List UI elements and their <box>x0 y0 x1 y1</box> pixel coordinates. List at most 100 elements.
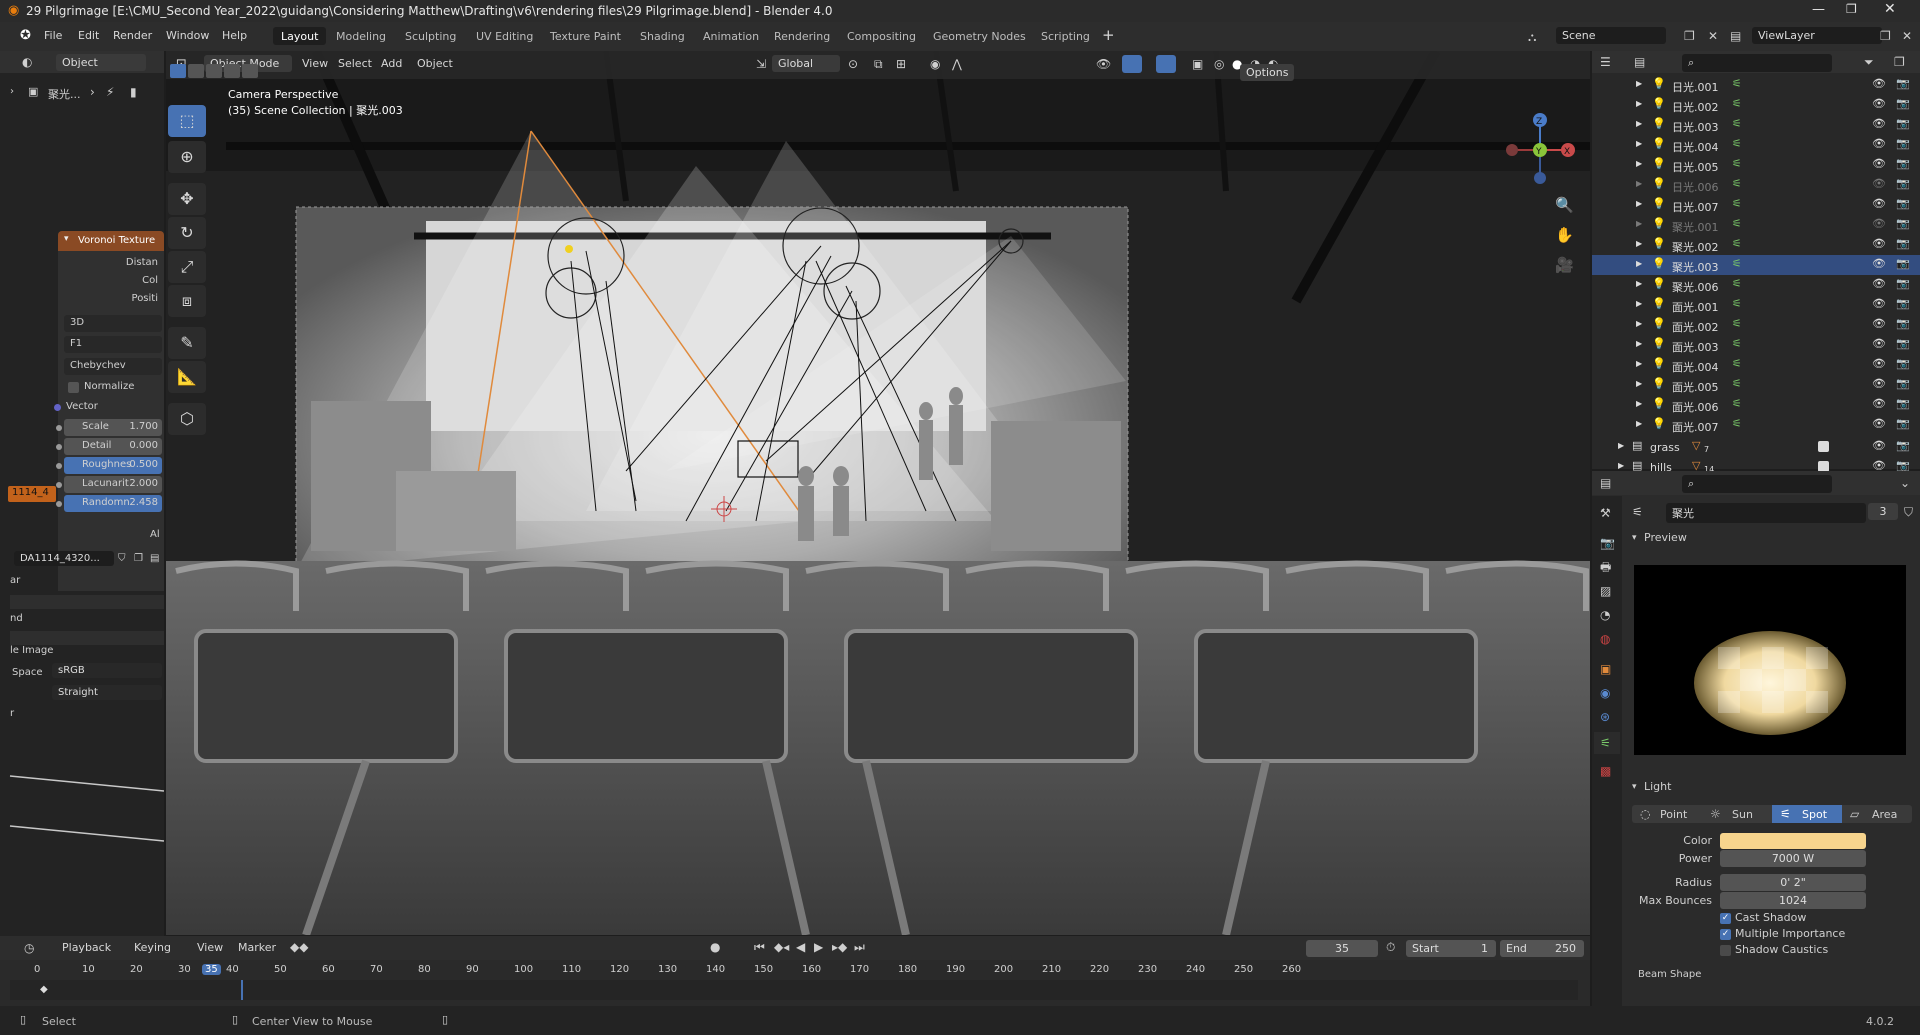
expand-icon[interactable]: ▶ <box>1636 119 1642 128</box>
visibility-eye-icon[interactable]: 👁 <box>1872 177 1886 190</box>
delete-view-layer-icon[interactable]: ✕ <box>1902 29 1912 43</box>
randomness-field[interactable]: Randomn 2.458 <box>64 495 162 512</box>
pivot-icon[interactable]: ⊙ <box>848 57 858 71</box>
viewport-menu-view[interactable]: View <box>302 57 328 70</box>
jump-start-icon[interactable]: ⏮ <box>754 940 765 954</box>
scene-tab-icon[interactable]: ◔ <box>1600 608 1610 622</box>
visibility-eye-icon[interactable]: 👁 <box>1872 317 1886 330</box>
lacunarity-field[interactable]: Lacunarit 2.000 <box>64 476 162 493</box>
next-keyframe-icon[interactable]: ▸◆ <box>832 940 847 954</box>
visibility-eye-icon[interactable]: 👁 <box>1872 137 1886 150</box>
visibility-icon[interactable]: 👁 <box>1096 57 1111 71</box>
visibility-eye-icon[interactable]: 👁 <box>1872 117 1886 130</box>
image-node-badge[interactable]: 1114_4 <box>8 486 56 502</box>
breadcrumb-object[interactable]: 聚光... <box>48 86 81 102</box>
render-camera-icon[interactable]: 📷 <box>1896 137 1910 150</box>
visibility-eye-icon[interactable]: 👁 <box>1872 77 1886 90</box>
timeline-ruler[interactable]: 0 10 20 30 35 40 50 60 70 80 90 100 110 120 130 140 150 1… <box>0 962 1590 980</box>
tab-texture-paint[interactable]: Texture Paint <box>542 27 629 45</box>
outliner-item-name[interactable]: 聚光.001 <box>1672 219 1719 235</box>
max-bounces-field[interactable]: 1024 <box>1720 892 1866 909</box>
record-icon[interactable]: ● <box>710 940 720 954</box>
new-collection-icon[interactable]: ❐ <box>1894 55 1905 69</box>
select-invert-icon[interactable] <box>224 64 240 78</box>
menu-file[interactable]: File <box>44 29 62 42</box>
minimize-icon[interactable]: — <box>1812 2 1825 17</box>
lacunarity-socket[interactable] <box>56 482 62 488</box>
current-frame-field[interactable]: 35 <box>1306 940 1378 957</box>
outliner-item-name[interactable]: 日光.005 <box>1672 159 1719 175</box>
visibility-eye-icon[interactable]: 👁 <box>1872 217 1886 230</box>
outliner-row[interactable]: ▶ 💡 面光.005 ⚟ 👁 📷 <box>1592 375 1920 395</box>
expand-icon[interactable]: ▶ <box>1618 441 1624 450</box>
render-camera-icon[interactable]: 📷 <box>1896 117 1910 130</box>
render-camera-icon[interactable]: 📷 <box>1896 177 1910 190</box>
cursor-tool-icon[interactable]: ⊕ <box>168 141 206 173</box>
expand-icon[interactable]: ▶ <box>1636 199 1642 208</box>
preview-section-title[interactable]: Preview <box>1644 531 1687 544</box>
select-intersect-icon[interactable] <box>242 64 258 78</box>
randomness-socket[interactable] <box>56 501 62 507</box>
add-cube-tool-icon[interactable]: ⬡ <box>168 403 206 435</box>
snap-icon[interactable]: ⧉ <box>874 57 883 71</box>
close-icon[interactable]: ✕ <box>1884 1 1896 17</box>
annotate-tool-icon[interactable]: ✎ <box>168 327 206 359</box>
chevron-right-icon[interactable]: › <box>10 85 14 99</box>
expand-icon[interactable]: ▶ <box>1636 159 1642 168</box>
normalize-checkbox[interactable] <box>68 382 79 393</box>
timeline-marker-menu[interactable]: Marker <box>238 941 276 954</box>
outliner-row[interactable]: ▶ 💡 面光.004 ⚟ 👁 📷 <box>1592 355 1920 375</box>
texture-tab-icon[interactable]: ▩ <box>1600 764 1611 778</box>
outliner-collection-row[interactable]: ▶ ▤ grass ▽ 7 👁 📷 <box>1592 437 1920 457</box>
detail-socket[interactable] <box>56 444 62 450</box>
blender-menu-icon[interactable]: ✪ <box>20 28 31 43</box>
shadow-caustics-checkbox[interactable] <box>1720 945 1731 956</box>
outliner-item-name[interactable]: 日光.001 <box>1672 79 1719 95</box>
timeline-current-frame-marker[interactable]: 35 <box>202 964 221 975</box>
scale-tool-icon[interactable]: ⤢ <box>168 251 206 283</box>
render-camera-icon[interactable]: 📷 <box>1896 77 1910 90</box>
overlay-toggle[interactable] <box>1156 55 1176 73</box>
tab-shading[interactable]: Shading <box>632 27 693 45</box>
outliner-item-name[interactable]: 面光.002 <box>1672 319 1719 335</box>
expand-icon[interactable]: ▶ <box>1636 399 1642 408</box>
render-camera-icon[interactable]: 📷 <box>1896 357 1910 370</box>
play-reverse-icon[interactable]: ◀ <box>796 940 805 954</box>
fake-user-icon[interactable]: ⛉ <box>1904 505 1913 519</box>
outliner-row[interactable]: ▶ 💡 聚光.006 ⚟ 👁 📷 <box>1592 275 1920 295</box>
menu-render[interactable]: Render <box>113 29 152 42</box>
tab-compositing[interactable]: Compositing <box>839 27 924 45</box>
outliner-item-name[interactable]: 面光.003 <box>1672 339 1719 355</box>
outliner-item-name[interactable]: 聚光.006 <box>1672 279 1719 295</box>
outliner-row[interactable]: ▶ 💡 聚光.003 ⚟ 👁 📷 <box>1592 255 1920 275</box>
tab-geometry-nodes[interactable]: Geometry Nodes <box>925 27 1034 45</box>
menu-edit[interactable]: Edit <box>78 29 99 42</box>
cast-shadow-checkbox[interactable]: ✓ <box>1720 913 1731 924</box>
expand-icon[interactable]: ▶ <box>1636 339 1642 348</box>
scale-field[interactable]: Scale 1.700 <box>64 419 162 436</box>
world-tab-icon[interactable]: ◍ <box>1600 632 1610 646</box>
falloff-icon[interactable]: ⋀ <box>952 57 962 71</box>
3d-viewport[interactable] <box>166 51 1590 935</box>
radius-field[interactable]: 0' 2" <box>1720 874 1866 891</box>
tab-uv-editing[interactable]: UV Editing <box>468 27 541 45</box>
visibility-eye-icon[interactable]: 👁 <box>1872 277 1886 290</box>
jump-end-icon[interactable]: ⏭ <box>854 940 865 954</box>
roughness-field[interactable]: Roughnes 0.500 <box>64 457 162 474</box>
menu-window[interactable]: Window <box>166 29 209 42</box>
new-view-layer-icon[interactable]: ❐ <box>1880 29 1891 43</box>
wireframe-shading-icon[interactable]: ◎ <box>1214 57 1224 71</box>
outliner-item-name[interactable]: 日光.006 <box>1672 179 1719 195</box>
outliner-item-name[interactable]: 面光.006 <box>1672 399 1719 415</box>
render-camera-icon[interactable]: 📷 <box>1896 97 1910 110</box>
zoom-icon[interactable]: 🔍 <box>1555 198 1574 213</box>
timeline-playback-menu[interactable]: Playback <box>62 941 111 954</box>
expand-icon[interactable]: ▶ <box>1636 179 1642 188</box>
render-camera-icon[interactable]: 📷 <box>1896 337 1910 350</box>
output-tab-icon[interactable]: 🖶 <box>1600 560 1611 574</box>
keyframe-interp-icon[interactable]: ◆◆ <box>290 940 308 954</box>
outliner-item-name[interactable]: 日光.007 <box>1672 199 1719 215</box>
snap-target-icon[interactable]: ⊞ <box>896 57 906 71</box>
editor-type-icon[interactable]: ◐ <box>22 55 32 69</box>
visibility-eye-icon[interactable]: 👁 <box>1872 397 1886 410</box>
